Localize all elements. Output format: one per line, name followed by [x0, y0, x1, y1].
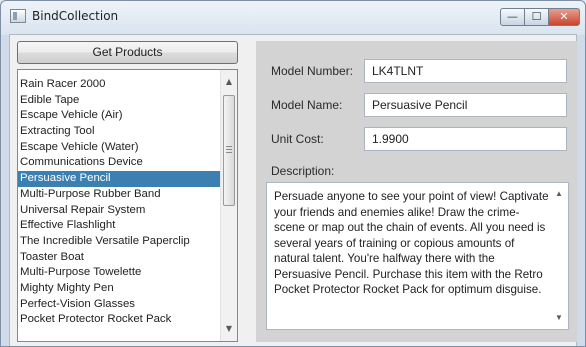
list-item[interactable]: Communications Device	[18, 155, 221, 171]
scroll-up-icon[interactable]: ▲	[221, 74, 237, 90]
model-name-label: Model Name:	[271, 98, 343, 112]
products-list: Rain Racer 2000 Edible Tape Escape Vehicle…	[18, 77, 221, 328]
list-item[interactable]: The Incredible Versatile Paperclip	[18, 234, 221, 250]
title-bar[interactable]: BindCollection — ☐ ✕	[1, 1, 585, 33]
list-item[interactable]: Multi-Purpose Towelette	[18, 265, 221, 281]
get-products-button[interactable]: Get Products	[17, 41, 238, 64]
list-item[interactable]: Extracting Tool	[18, 124, 221, 140]
list-item[interactable]: Multi-Purpose Rubber Band	[18, 187, 221, 203]
list-item[interactable]: Persuasive Pencil	[18, 171, 221, 187]
description-text: Persuade anyone to see your point of vie…	[274, 190, 549, 296]
list-item[interactable]: Universal Repair System	[18, 203, 221, 219]
grip-line	[226, 149, 232, 150]
minimize-button[interactable]: —	[500, 8, 525, 26]
products-listbox[interactable]: Rain Racer 2000 Edible Tape Escape Vehicle…	[17, 69, 238, 342]
products-scrollbar[interactable]: ▲ ▼	[220, 70, 237, 341]
list-item[interactable]: Pocket Protector Rocket Pack	[18, 312, 221, 328]
model-number-field[interactable]: LK4TLNT	[364, 59, 567, 83]
list-item[interactable]: Toaster Boat	[18, 250, 221, 266]
close-button[interactable]: ✕	[548, 8, 580, 26]
scroll-up-icon[interactable]: ▲	[551, 186, 567, 202]
model-number-label: Model Number:	[271, 64, 354, 78]
unit-cost-label: Unit Cost:	[271, 132, 324, 146]
window-icon[interactable]	[10, 9, 26, 23]
list-item[interactable]: Mighty Mighty Pen	[18, 281, 221, 297]
list-item[interactable]: Rain Racer 2000	[18, 77, 221, 93]
description-label: Description:	[271, 164, 335, 178]
list-item[interactable]: Effective Flashlight	[18, 218, 221, 234]
maximize-button[interactable]: ☐	[524, 8, 549, 26]
list-item[interactable]: Edible Tape	[18, 93, 221, 109]
description-scrollbar[interactable]: ▲ ▼	[551, 183, 568, 329]
unit-cost-field[interactable]: 1.9900	[364, 127, 567, 151]
list-item[interactable]: Escape Vehicle (Water)	[18, 140, 221, 156]
grip-line	[226, 146, 232, 147]
list-item[interactable]: Perfect-Vision Glasses	[18, 297, 221, 313]
scroll-down-icon[interactable]: ▼	[221, 321, 237, 337]
description-textbox[interactable]: Persuade anyone to see your point of vie…	[266, 182, 569, 330]
grip-line	[226, 152, 232, 153]
model-name-field[interactable]: Persuasive Pencil	[364, 93, 567, 117]
list-item[interactable]: Escape Vehicle (Air)	[18, 108, 221, 124]
scrollbar-thumb[interactable]	[223, 95, 235, 206]
window-title: BindCollection	[32, 9, 119, 23]
scroll-down-icon[interactable]: ▼	[551, 310, 567, 326]
